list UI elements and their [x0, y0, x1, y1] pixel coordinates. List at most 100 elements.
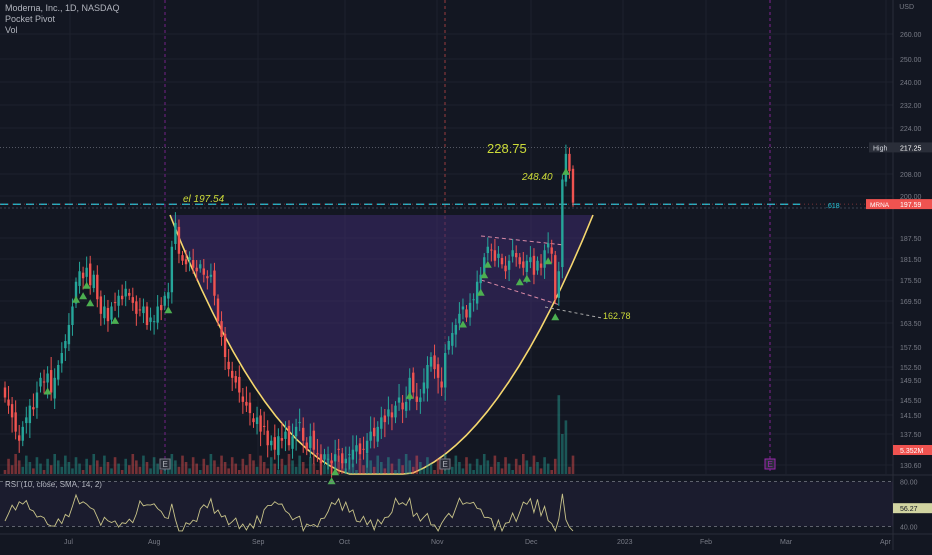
volume-bar-58	[209, 454, 213, 474]
pocket-pivot-marker-4[interactable]	[86, 299, 95, 307]
candle-body-129	[461, 306, 465, 310]
volume-bar-22	[81, 470, 85, 474]
candle-body-37	[135, 301, 138, 314]
candle-body-12	[46, 373, 49, 383]
volume-bar-127	[454, 455, 458, 474]
candle-body-128	[458, 313, 461, 324]
volume-bar-74	[266, 468, 269, 474]
candle-body-132	[472, 299, 475, 301]
candle-body-11	[42, 381, 46, 383]
fib-618-label[interactable]: .618	[826, 203, 840, 210]
volume-bar-78	[280, 458, 284, 474]
candle-body-27	[99, 296, 103, 314]
volume-bar-126	[451, 466, 454, 474]
candle-body-68	[245, 401, 248, 406]
volume-bar-53	[191, 457, 195, 474]
annotation-target-162[interactable]: 162.78	[603, 311, 631, 321]
candle-body-109	[390, 412, 394, 418]
chart-stage[interactable]: E E E 260.00 250.00 240.00 232.00 224.00 208.00 2…	[0, 0, 932, 550]
annotation-level-197[interactable]: el 197.54	[183, 194, 224, 205]
candle-body-15	[57, 365, 60, 380]
volume-indicator-label[interactable]: Vol	[5, 25, 120, 36]
candle-body-124	[444, 353, 447, 388]
volume-bar-15	[56, 460, 60, 474]
volume-bar-110	[394, 470, 397, 474]
y-tick-label-1: 250.00	[900, 57, 922, 64]
volume-bar-91	[326, 454, 330, 474]
volume-bar-16	[60, 466, 64, 474]
volume-bar-42	[152, 457, 156, 474]
volume-bar-84	[301, 462, 305, 474]
volume-bar-47	[170, 454, 174, 474]
candle-body-111	[397, 397, 401, 403]
volume-bar-1	[7, 458, 10, 474]
volume-bar-71	[255, 466, 259, 474]
pocket-pivot-marker-1[interactable]	[72, 295, 80, 303]
volume-bar-113	[404, 454, 408, 474]
volume-bar-0	[3, 470, 7, 474]
pocket-pivot-indicator-label[interactable]: Pocket Pivot	[5, 14, 120, 25]
annotation-228[interactable]: 228.75	[487, 141, 527, 156]
candle-body-60	[216, 298, 220, 322]
volume-bar-61	[220, 455, 223, 474]
volume-bar-151	[539, 468, 543, 474]
volume-bar-153	[546, 463, 550, 474]
volume-bar-136	[486, 460, 490, 474]
candle-body-73	[262, 425, 266, 427]
volume-bar-118	[422, 468, 426, 474]
candle-body-98	[351, 449, 355, 460]
volume-bar-19	[71, 468, 74, 474]
candle-body-146	[522, 261, 525, 268]
x-tick-label-9: Apr	[880, 539, 892, 546]
candlestick-chart[interactable]: E E E 260.00 250.00 240.00 232.00 224.00 208.00 2…	[0, 0, 932, 550]
candle-body-149	[532, 255, 536, 275]
pocket-pivot-marker-17[interactable]	[551, 313, 560, 321]
y-tick-label-9: 175.50	[900, 278, 922, 285]
candle-body-0	[3, 387, 7, 398]
x-tick-label-4: Nov	[431, 539, 444, 546]
annotation-248[interactable]: 248.40	[522, 172, 553, 183]
volume-bar-105	[376, 455, 380, 474]
candle-body-117	[419, 397, 422, 402]
volume-bar-41	[149, 468, 152, 474]
volume-bar-18	[67, 462, 71, 474]
pocket-pivot-marker-2[interactable]	[79, 292, 88, 300]
volume-bar-39	[142, 455, 145, 474]
x-tick-label-8: Mar	[780, 539, 793, 546]
volume-bar-116	[415, 455, 419, 474]
candle-body-125	[447, 341, 450, 350]
candle-body-48	[174, 222, 177, 244]
candle-body-88	[316, 453, 319, 455]
candle-body-43	[156, 306, 159, 323]
volume-bar-131	[468, 463, 472, 474]
candle-body-45	[163, 295, 166, 306]
candle-body-66	[238, 376, 241, 393]
volume-bar-147	[525, 460, 529, 474]
volume-bar-103	[369, 460, 372, 474]
candle-body-75	[270, 440, 273, 446]
candle-body-155	[554, 255, 557, 300]
volume-bar-159	[568, 466, 571, 474]
volume-bar-60	[216, 466, 220, 474]
y-tick-label-4: 224.00	[900, 126, 922, 133]
volume-bar-43	[156, 463, 159, 474]
candle-body-51	[184, 259, 188, 265]
volume-bar-21	[78, 463, 81, 474]
volume-bar-160	[571, 455, 575, 474]
earnings-marker-label-2: E	[768, 460, 773, 469]
candle-body-55	[199, 264, 202, 269]
volume-bar-54	[195, 463, 198, 474]
volume-bar-97	[348, 457, 351, 474]
candle-body-85	[305, 442, 308, 450]
volume-bar-55	[198, 470, 202, 474]
symbol-title[interactable]: Moderna, Inc., 1D, NASDAQ	[5, 3, 120, 14]
volume-bar-146	[522, 454, 525, 474]
rsi-indicator-label[interactable]: RSI (10, close, SMA, 14, 2)	[5, 480, 102, 489]
volume-bar-145	[518, 465, 522, 474]
volume-bar-17	[64, 455, 67, 474]
volume-bar-62	[223, 462, 227, 474]
y-tick-label-18: 130.60	[900, 463, 922, 470]
volume-bar-107	[383, 468, 387, 474]
volume-bar-66	[238, 470, 241, 474]
volume-bar-156	[557, 395, 561, 474]
